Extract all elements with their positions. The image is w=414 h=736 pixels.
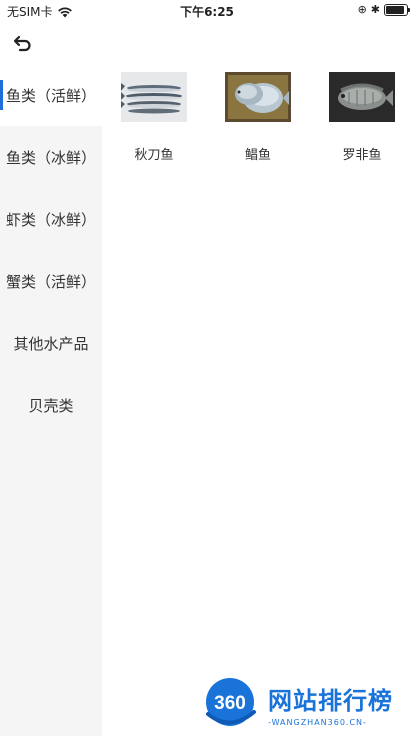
sidebar-item-label: 鱼类（冰鲜） xyxy=(5,148,96,167)
sidebar-item-fish-chilled[interactable]: 鱼类（冰鲜） xyxy=(0,126,102,188)
sidebar-item-crab-live[interactable]: 蟹类（活鲜） xyxy=(0,250,102,312)
sidebar-item-other-aquatic[interactable]: 其他水产品 xyxy=(0,312,102,374)
status-time: 下午6:25 xyxy=(180,5,234,19)
watermark: 360 网站排行榜 -WANGZHAN360.CN- xyxy=(200,672,414,736)
watermark-text: 网站排行榜 -WANGZHAN360.CN- xyxy=(268,681,393,727)
sidebar-item-fish-live[interactable]: 鱼类（活鲜） xyxy=(0,64,102,126)
back-arrow-icon xyxy=(13,35,31,52)
watermark-title: 网站排行榜 xyxy=(268,687,393,715)
product-item-tilapia[interactable]: 罗非鱼 xyxy=(310,72,414,163)
pomfret-fish-image xyxy=(225,72,291,122)
product-item-saury[interactable]: 秋刀鱼 xyxy=(102,72,206,163)
product-content: 秋刀鱼 鲳鱼 罗非鱼 xyxy=(102,64,414,736)
product-name: 秋刀鱼 xyxy=(134,148,174,163)
sidebar-item-label: 鱼类（活鲜） xyxy=(5,86,96,105)
orientation-lock-icon: ⊕ xyxy=(357,3,367,16)
tilapia-fish-image xyxy=(329,72,395,122)
product-name: 鲳鱼 xyxy=(244,148,271,163)
sidebar-item-shellfish[interactable]: 贝壳类 xyxy=(0,374,102,436)
sidebar-item-label: 贝壳类 xyxy=(28,396,74,415)
status-bar: 无SIM卡 下午6:25 ⊕ ✱ xyxy=(0,0,414,20)
watermark-subtitle: -WANGZHAN360.CN- xyxy=(268,718,367,727)
product-item-pomfret[interactable]: 鲳鱼 xyxy=(206,72,310,163)
sidebar-item-shrimp-chilled[interactable]: 虾类（冰鲜） xyxy=(0,188,102,250)
battery-icon xyxy=(384,3,410,16)
watermark-logo-text: 360 xyxy=(214,693,246,714)
battery-fill xyxy=(386,5,404,14)
bluetooth-icon: ✱ xyxy=(370,3,380,16)
product-name: 罗非鱼 xyxy=(342,148,382,163)
status-right: ⊕ ✱ xyxy=(357,3,410,16)
sidebar-item-label: 虾类（冰鲜） xyxy=(5,210,96,229)
watermark-logo-icon: 360 xyxy=(206,678,256,726)
back-button[interactable] xyxy=(8,28,38,58)
nav-bar xyxy=(0,20,414,64)
product-grid: 秋刀鱼 鲳鱼 罗非鱼 xyxy=(102,64,414,163)
category-sidebar: 鱼类（活鲜） 鱼类（冰鲜） 虾类（冰鲜） 蟹类（活鲜） 其他水产品 贝壳类 xyxy=(0,64,102,736)
saury-fish-image xyxy=(121,72,187,122)
sidebar-item-label: 其他水产品 xyxy=(13,334,89,353)
sidebar-item-label: 蟹类（活鲜） xyxy=(5,272,96,291)
